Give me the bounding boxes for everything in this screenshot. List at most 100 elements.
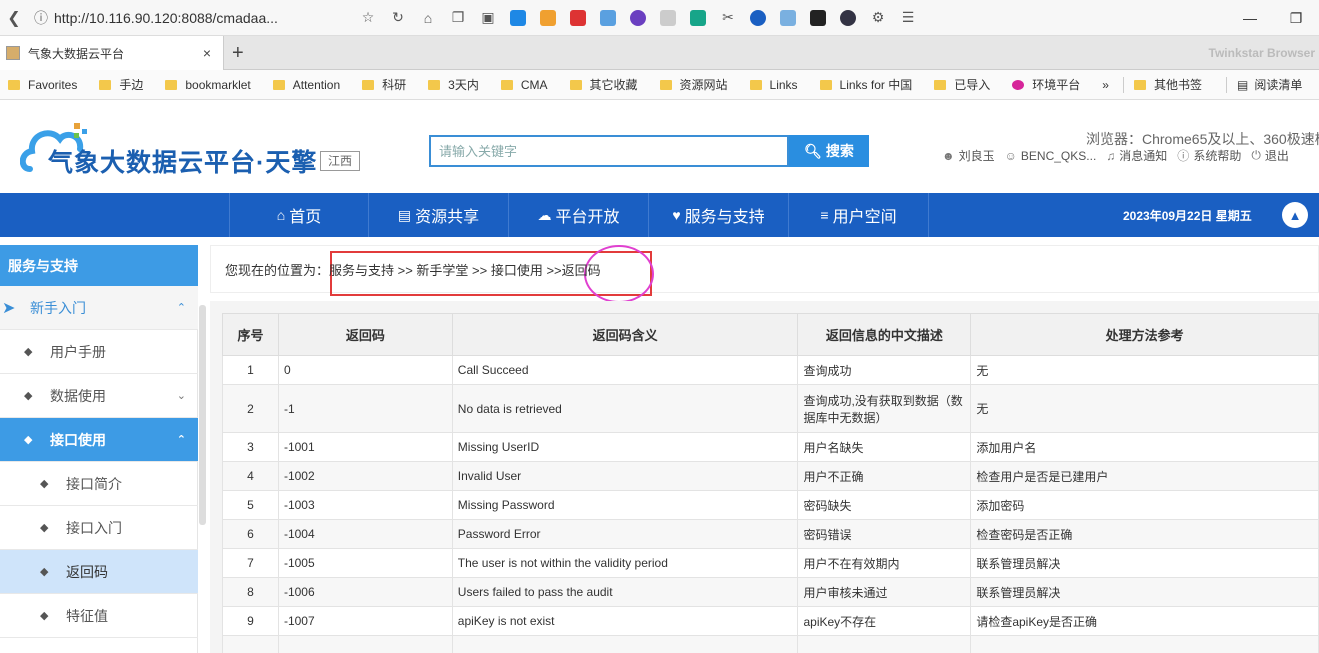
chevron-up-icon: ⌃ bbox=[176, 302, 186, 314]
extension-calendar-icon[interactable] bbox=[563, 0, 593, 36]
sidebar-item-data-usage[interactable]: ◆ 数据使用 ⌄ bbox=[0, 374, 198, 418]
reading-list-button[interactable]: ▤ 阅读清单 bbox=[1237, 76, 1302, 93]
chevron-down-icon: ⌄ bbox=[176, 390, 186, 402]
breadcrumb-prefix: 您现在的位置为： bbox=[225, 262, 330, 278]
table-row: 7 -1005 The user is not within the validit… bbox=[222, 548, 1319, 578]
nav-service-support[interactable]: ♥ 服务与支持 bbox=[649, 193, 789, 237]
minimize-icon[interactable]: — bbox=[1227, 0, 1273, 36]
nav-user-space[interactable]: ≡ 用户空间 bbox=[789, 193, 929, 237]
folder-icon bbox=[362, 79, 375, 90]
bookmark-cma[interactable]: CMA bbox=[493, 78, 548, 92]
sidebar-item-beginner[interactable]: ➤ 新手入门 ⌃ bbox=[0, 286, 198, 330]
bookmark-keyan[interactable]: 科研 bbox=[354, 76, 406, 93]
folder-icon bbox=[819, 79, 832, 90]
header-description: 返回信息的中文描述 bbox=[797, 313, 972, 356]
table-row: 8 -1006 Users failed to pass the audit 用户审核… bbox=[222, 577, 1319, 607]
search-input[interactable] bbox=[429, 135, 789, 167]
nav-resources[interactable]: ▤ 资源共享 bbox=[369, 193, 509, 237]
extension-search-icon[interactable] bbox=[773, 0, 803, 36]
user-links: ☻ 刘良玉 ☺ BENC_QKS... ♫ 消息通知 ⓘ 系统帮助 ⏻ 退出 bbox=[942, 147, 1299, 164]
sidebar-item-user-manual[interactable]: ◆ 用户手册 bbox=[0, 330, 198, 374]
bookmark-bookmarklet[interactable]: bookmarklet bbox=[157, 78, 251, 92]
header-meaning: 返回码含义 bbox=[451, 313, 799, 356]
return-code-table: 序号 返回码 返回码含义 返回信息的中文描述 处理方法参考 1 0 Call Suc… bbox=[222, 313, 1319, 653]
new-tab-button[interactable]: + bbox=[232, 42, 244, 65]
bookmark-3days[interactable]: 3天内 bbox=[420, 76, 479, 93]
folder-icon bbox=[8, 79, 20, 90]
account-link[interactable]: ☺ BENC_QKS... bbox=[1005, 147, 1097, 164]
extension-markdown-icon[interactable] bbox=[803, 0, 833, 36]
bookmark-shoubian[interactable]: 手边 bbox=[91, 76, 143, 93]
main-nav: ⌂ 首页 ▤ 资源共享 ☁ 平台开放 ♥ 服务与支持 ≡ 用户空间 2023年09月22日… bbox=[0, 193, 1319, 237]
copy-icon[interactable]: ❐ bbox=[443, 0, 473, 36]
logo-title: 气象大数据云平台·天擎 bbox=[48, 149, 318, 177]
bookmark-env-platform[interactable]: 环境平台 bbox=[1004, 76, 1080, 93]
crop-icon[interactable]: ▣ bbox=[473, 0, 503, 36]
scissors-icon[interactable]: ✂ bbox=[713, 0, 743, 36]
sidebar-scrollbar[interactable] bbox=[199, 305, 206, 525]
account-icon: ☺ bbox=[1004, 148, 1017, 163]
tag-icon: ◆ bbox=[40, 522, 49, 534]
sidebar-item-api-start[interactable]: ◆ 接口入门 bbox=[0, 506, 198, 550]
bookmark-favorites[interactable]: Favorites bbox=[0, 78, 77, 92]
header-solution: 处理方法参考 bbox=[970, 313, 1319, 356]
sidebar-item-feature-value[interactable]: ◆ 特征值 bbox=[0, 594, 198, 638]
bookmark-other-bookmarks[interactable]: 其他书签 bbox=[1133, 76, 1202, 93]
reload-icon[interactable]: ↻ bbox=[383, 0, 413, 36]
sidebar-item-api-usage[interactable]: ◆ 接口使用 ⌃ bbox=[0, 418, 198, 462]
sidebar-item-api-intro[interactable]: ◆ 接口简介 bbox=[0, 462, 198, 506]
extension-translate-icon[interactable] bbox=[623, 0, 653, 36]
site-logo[interactable]: 气象大数据云平台·天擎 江西 bbox=[20, 119, 360, 181]
bookmark-links-china[interactable]: Links for 中国 bbox=[812, 76, 912, 93]
sidebar-title: 服务与支持 bbox=[0, 245, 198, 286]
search-button[interactable]: 🔍︎ 搜索 bbox=[789, 135, 869, 167]
sidebar-item-return-code[interactable]: ◆ 返回码 bbox=[0, 550, 198, 594]
extension-vpn-icon[interactable] bbox=[503, 0, 533, 36]
nav-home[interactable]: ⌂ 首页 bbox=[229, 193, 369, 237]
help-link[interactable]: ⓘ 系统帮助 bbox=[1177, 147, 1241, 164]
bookmark-links[interactable]: Links bbox=[742, 78, 798, 92]
browser-tab[interactable]: 气象大数据云平台 × bbox=[0, 36, 224, 70]
home-icon[interactable]: ⌂ bbox=[413, 0, 443, 36]
browser-brand: Twinkstar Browser bbox=[1208, 46, 1315, 60]
window-controls: — ❐ bbox=[1227, 0, 1319, 36]
extension-e-icon[interactable] bbox=[833, 0, 863, 36]
reading-list-icon: ▤ bbox=[1236, 77, 1249, 92]
close-tab-icon[interactable]: × bbox=[203, 45, 211, 61]
star-icon[interactable]: ☆ bbox=[353, 0, 383, 36]
breadcrumb-path[interactable]: 服务与支持 >> 新手学堂 >> 接口使用 >> bbox=[329, 260, 562, 279]
folder-icon bbox=[1133, 79, 1146, 90]
bookmark-imported[interactable]: 已导入 bbox=[926, 76, 990, 93]
logout-link[interactable]: ⏻ 退出 bbox=[1251, 147, 1289, 164]
extension-doc-icon[interactable] bbox=[653, 0, 683, 36]
bookmark-resources[interactable]: 资源网站 bbox=[652, 76, 728, 93]
table-row: 3 -1001 Missing UserID 用户名缺失 添加用户名 bbox=[222, 432, 1319, 462]
breadcrumb-current: 返回码 bbox=[561, 262, 601, 278]
chevron-up-icon: ⌃ bbox=[176, 434, 186, 446]
menu-icon[interactable]: ☰ bbox=[893, 0, 923, 36]
bookmark-attention[interactable]: Attention bbox=[265, 78, 340, 92]
extension-image-icon[interactable] bbox=[593, 0, 623, 36]
extension-triangle-icon[interactable] bbox=[743, 0, 773, 36]
search-icon: 🔍︎ bbox=[804, 142, 822, 159]
extensions-puzzle-icon[interactable]: ⚙ bbox=[863, 0, 893, 36]
user-name-link[interactable]: ☻ 刘良玉 bbox=[942, 147, 995, 164]
notify-link[interactable]: ♫ 消息通知 bbox=[1106, 147, 1167, 164]
back-icon[interactable]: ❮ bbox=[0, 8, 28, 28]
power-icon: ⏻ bbox=[1251, 148, 1261, 162]
folder-icon bbox=[749, 79, 762, 90]
scroll-top-icon[interactable]: ▲ bbox=[1282, 202, 1308, 228]
browser-toolbar: ❮ ⓘ http://10.116.90.120:8088/cmadaa... … bbox=[0, 0, 1319, 36]
table-row: 9 -1007 apiKey is not exist apiKey不存在 请检查api… bbox=[222, 606, 1319, 636]
table-header-row: 序号 返回码 返回码含义 返回信息的中文描述 处理方法参考 bbox=[222, 313, 1319, 356]
env-platform-icon bbox=[1012, 79, 1025, 90]
bookmarks-overflow-button[interactable]: » bbox=[1094, 78, 1109, 92]
nav-platform-open[interactable]: ☁ 平台开放 bbox=[509, 193, 649, 237]
address-bar[interactable]: ⓘ http://10.116.90.120:8088/cmadaa... bbox=[28, 4, 353, 32]
extension-green-icon[interactable] bbox=[683, 0, 713, 36]
restore-icon[interactable]: ❐ bbox=[1273, 0, 1319, 36]
extension-rss-icon[interactable] bbox=[533, 0, 563, 36]
main-content: 您现在的位置为： 服务与支持 >> 新手学堂 >> 接口使用 >> 返回码 序号… bbox=[210, 245, 1319, 653]
bookmark-other-favorites[interactable]: 其它收藏 bbox=[562, 76, 638, 93]
page-info-icon[interactable]: ⓘ bbox=[34, 8, 54, 28]
